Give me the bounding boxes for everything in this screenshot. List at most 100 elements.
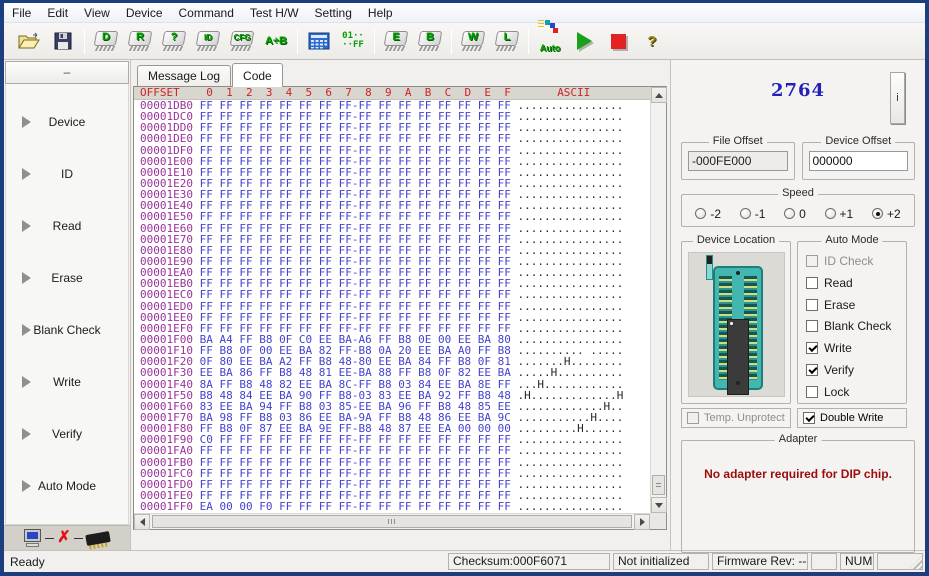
save-button[interactable] xyxy=(46,26,80,56)
checkbox-icon xyxy=(687,412,699,424)
hex-offset: 00001DE0 xyxy=(140,133,200,144)
hex-offset: 00001E50 xyxy=(140,211,200,222)
scroll-left-button[interactable] xyxy=(134,514,150,530)
menu-item[interactable]: Setting xyxy=(307,4,360,22)
device-name: 2764 xyxy=(681,64,915,101)
blank-check-chip-icon: B xyxy=(417,30,443,52)
menu-item[interactable]: Device xyxy=(118,4,171,22)
sidebar-item[interactable]: Auto Mode xyxy=(6,469,128,503)
horizontal-scroll-track[interactable] xyxy=(150,514,634,529)
auto-mode-checkbox[interactable]: Write xyxy=(806,341,900,355)
sidebar-item[interactable]: Write xyxy=(6,365,128,399)
read-chip-icon: R xyxy=(127,30,153,52)
sidebar-item[interactable]: Verify xyxy=(6,417,128,451)
vertical-scroll-track[interactable] xyxy=(651,103,666,497)
help-icon: ? xyxy=(647,33,656,50)
auto-mode-checkbox[interactable]: ID Check xyxy=(806,254,900,268)
temp-unprotect-checkbox: Temp. Unprotect xyxy=(681,408,791,428)
speed-radio[interactable]: 0 xyxy=(784,207,806,221)
run-button[interactable] xyxy=(567,26,601,56)
auto-mode-option-label: ID Check xyxy=(824,254,873,268)
stop-button[interactable] xyxy=(601,26,635,56)
write-chip-icon: W xyxy=(460,30,486,52)
lock-button[interactable]: L xyxy=(490,26,524,56)
radio-icon xyxy=(872,208,883,219)
sidebar-item[interactable]: Device xyxy=(6,105,128,139)
resize-grip-icon[interactable] xyxy=(909,556,922,569)
disconnected-x-icon: ✗ xyxy=(57,531,70,545)
id-check-button[interactable]: ID xyxy=(191,26,225,56)
menu-item[interactable]: Edit xyxy=(39,4,76,22)
status-checksum: Checksum:000F6071 xyxy=(448,553,610,570)
double-write-label: Double Write xyxy=(820,412,883,424)
arrow-right-icon xyxy=(22,428,31,440)
sidebar-item-label: Auto Mode xyxy=(38,479,96,493)
auto-mode-checkbox[interactable]: Verify xyxy=(806,363,900,377)
auto-mode-checkbox[interactable]: Blank Check xyxy=(806,319,900,333)
arrow-left-icon xyxy=(140,518,145,526)
horizontal-scrollbar[interactable] xyxy=(134,513,650,529)
status-firmware: Firmware Rev: --- xyxy=(712,553,808,570)
tab[interactable]: Code xyxy=(232,63,283,87)
speed-radio[interactable]: -1 xyxy=(740,207,766,221)
hex-bytes: FF FF FF FF FF FF FF FF-FF FF FF FF FF F… xyxy=(200,289,518,300)
vertical-scroll-thumb[interactable] xyxy=(652,475,665,495)
calculator-button[interactable] xyxy=(302,26,336,56)
compare-button[interactable]: A÷B xyxy=(259,26,293,56)
auto-mode-checkbox[interactable]: Lock xyxy=(806,385,900,399)
menu-item[interactable]: View xyxy=(76,4,118,22)
device-offset-field[interactable] xyxy=(809,151,909,171)
toolbar: D R ? ID CFG A÷B xyxy=(4,23,925,60)
hex-row: 00001DE0FF FF FF FF FF FF FF FF-FF FF FF… xyxy=(140,133,650,144)
open-file-button[interactable] xyxy=(12,26,46,56)
hex-bytes: FF FF FF FF FF FF FF FF-FF FF FF FF FF F… xyxy=(200,211,518,222)
read-button[interactable]: R xyxy=(123,26,157,56)
help-button[interactable]: ? xyxy=(635,26,669,56)
sidebar-item[interactable]: Read xyxy=(6,209,128,243)
scroll-down-button[interactable] xyxy=(651,497,667,513)
menu-item[interactable]: Help xyxy=(360,4,401,22)
config-button[interactable]: CFG xyxy=(225,26,259,56)
auto-mode-button[interactable]: Auto xyxy=(533,26,567,56)
sidebar-item-label: Verify xyxy=(52,427,82,441)
verify-chip-icon: ? xyxy=(161,30,187,52)
auto-icon: Auto xyxy=(536,32,564,50)
horizontal-scroll-thumb[interactable] xyxy=(152,515,632,528)
sidebar-item[interactable]: Blank Check xyxy=(6,313,128,347)
compare-icon: A÷B xyxy=(265,35,287,47)
sidebar-collapse-button[interactable]: – xyxy=(5,61,129,84)
hex-editor[interactable]: OFFSET 0 1 2 3 4 5 6 7 8 9 A B C D E FAS… xyxy=(134,87,650,513)
speed-radio[interactable]: +1 xyxy=(825,207,854,221)
sidebar-item[interactable]: ID xyxy=(6,157,128,191)
device-location-label: Device Location xyxy=(693,234,779,246)
radio-icon xyxy=(740,208,751,219)
auto-mode-option-label: Verify xyxy=(824,363,854,377)
device-info-button[interactable]: i xyxy=(890,72,905,124)
scroll-right-button[interactable] xyxy=(634,514,650,530)
vertical-scrollbar[interactable] xyxy=(650,87,666,513)
toolbar-separator xyxy=(374,28,375,54)
verify-button[interactable]: ? xyxy=(157,26,191,56)
hex-bytes: FF FF FF FF FF FF FF FF-FF FF FF FF FF F… xyxy=(200,457,518,468)
erase-button[interactable]: E xyxy=(379,26,413,56)
menu-item[interactable]: Test H/W xyxy=(242,4,307,22)
sidebar-item[interactable]: Erase xyxy=(6,261,128,295)
select-device-button[interactable]: D xyxy=(89,26,123,56)
scroll-up-button[interactable] xyxy=(651,87,667,103)
speed-radio[interactable]: -2 xyxy=(695,207,721,221)
double-write-checkbox[interactable]: Double Write xyxy=(797,408,907,428)
checkbox-icon xyxy=(806,386,818,398)
menu-item[interactable]: Command xyxy=(171,4,242,22)
write-button[interactable]: W xyxy=(456,26,490,56)
tab[interactable]: Message Log xyxy=(137,65,231,86)
connection-line xyxy=(45,538,54,539)
fill-buffer-button[interactable]: 01····FF xyxy=(336,26,370,56)
speed-radio[interactable]: +2 xyxy=(872,207,901,221)
auto-mode-checkbox[interactable]: Read xyxy=(806,276,900,290)
blank-check-button[interactable]: B xyxy=(413,26,447,56)
speed-group: Speed -2 -1 0 xyxy=(681,194,915,227)
menu-item[interactable]: File xyxy=(4,4,39,22)
hex-row: 00001FB0FF FF FF FF FF FF FF FF-FF FF FF… xyxy=(140,457,650,468)
floppy-icon xyxy=(53,31,73,51)
auto-mode-checkbox[interactable]: Erase xyxy=(806,298,900,312)
